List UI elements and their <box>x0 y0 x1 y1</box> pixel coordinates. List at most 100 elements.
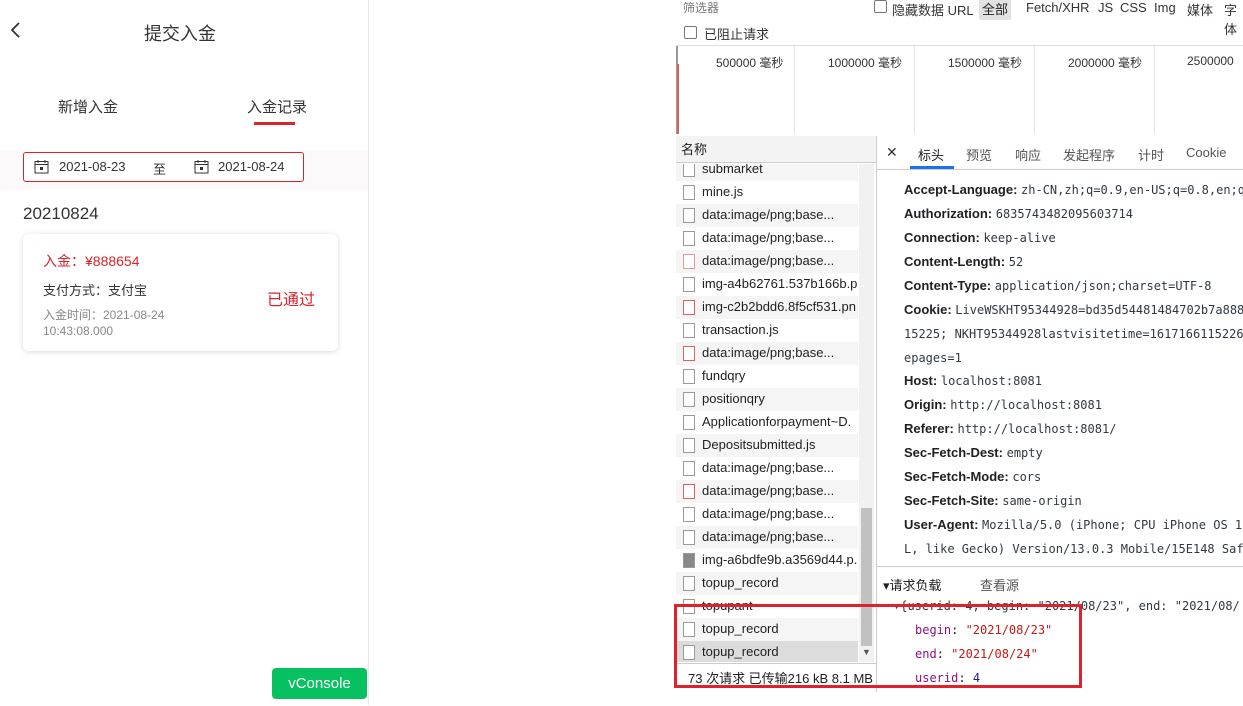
request-row[interactable]: Depositsubmitted.js <box>676 434 858 457</box>
request-row[interactable]: data:image/png;base... <box>676 204 858 227</box>
image-file-icon <box>683 530 695 545</box>
tab-response[interactable]: 响应 <box>1015 145 1041 164</box>
file-icon <box>683 645 695 660</box>
payload-summary[interactable]: ▾{userid: 4, begin: "2021/08/23", end: "… <box>893 599 1240 613</box>
mobile-app-panel: 提交入金 新增入金 入金记录 2021-08-23 至 2021-08-24 2… <box>0 0 369 705</box>
hide-data-url-label: 隐藏数据 URL <box>892 3 974 18</box>
tab-timing[interactable]: 计时 <box>1138 145 1164 164</box>
request-row[interactable]: data:image/png;base... <box>676 227 858 250</box>
request-row[interactable]: positionqry <box>676 388 858 411</box>
scrollbar-thumb[interactable] <box>861 508 872 646</box>
tab-deposit-records[interactable]: 入金记录 <box>247 96 307 117</box>
request-row[interactable]: transaction.js <box>676 319 858 342</box>
timeline-grid-line <box>1034 46 1035 134</box>
timeline-tick: 1000000 毫秒 <box>828 56 903 70</box>
timeline-tick: 2500000 <box>1187 54 1234 68</box>
request-row[interactable]: topupant <box>676 595 858 618</box>
date-separator: 至 <box>153 162 167 177</box>
scroll-down-icon[interactable]: ▼ <box>862 647 871 657</box>
request-row[interactable]: img-a6bdfe9b.a3569d44.p. <box>676 549 858 572</box>
request-list[interactable]: submarket mine.js data:image/png;base...… <box>676 164 858 662</box>
request-row[interactable]: Applicationforpayment~D. <box>676 411 858 434</box>
close-icon[interactable]: ✕ <box>886 144 898 161</box>
request-row[interactable]: fundqry <box>676 365 858 388</box>
deposit-record-card[interactable]: 入金：¥888654 支付方式：支付宝 入金时间：2021-08-24 10:4… <box>23 234 338 351</box>
request-row[interactable]: img-c2b2bdd6.8f5cf531.pn <box>676 296 858 319</box>
view-source-link[interactable]: 查看源 <box>980 575 1019 594</box>
type-filter-media[interactable]: 媒体 <box>1187 0 1213 19</box>
image-file-icon <box>683 553 695 568</box>
blocked-requests-label: 已阻止请求 <box>704 27 770 42</box>
deposit-amount: 入金：¥888654 <box>43 253 140 269</box>
active-detail-tab-indicator <box>910 166 954 169</box>
type-filter-img[interactable]: Img <box>1154 0 1176 15</box>
image-file-icon <box>683 461 695 476</box>
header-row: Referer: http://localhost:8081/ <box>904 421 1117 436</box>
end-date[interactable]: 2021-08-24 <box>218 159 285 174</box>
request-row[interactable]: data:image/png;base... <box>676 342 858 365</box>
hide-data-url-checkbox[interactable] <box>874 0 887 13</box>
request-row[interactable]: submarket <box>676 164 858 181</box>
date-range-picker[interactable]: 2021-08-23 至 2021-08-24 <box>23 152 304 182</box>
blocked-requests-checkbox[interactable] <box>684 26 697 39</box>
timeline-grid-line <box>914 46 915 134</box>
request-row[interactable]: data:image/png;base... <box>676 526 858 549</box>
request-name-column: 名称 submarket mine.js data:image/png;base… <box>676 136 877 692</box>
type-filter-fetch-xhr[interactable]: Fetch/XHR <box>1026 0 1090 15</box>
vconsole-button[interactable]: vConsole <box>272 668 367 699</box>
start-date[interactable]: 2021-08-23 <box>59 159 126 174</box>
header-row: Sec-Fetch-Site: same-origin <box>904 493 1082 508</box>
header-row: Cookie: LiveWSKHT95344928=bd35d544814847… <box>904 302 1243 317</box>
type-filter-all[interactable]: 全部 <box>979 0 1012 20</box>
timeline-tick: 2000000 毫秒 <box>1068 56 1143 70</box>
tab-initiator[interactable]: 发起程序 <box>1063 145 1115 164</box>
type-filter-js[interactable]: JS <box>1098 0 1113 15</box>
file-icon <box>683 599 695 614</box>
timeline-overview[interactable]: 500000 毫秒 1000000 毫秒 1500000 毫秒 2000000 … <box>676 45 1243 137</box>
name-column-header[interactable]: 名称 <box>676 136 876 163</box>
header-row: Sec-Fetch-Dest: empty <box>904 445 1043 460</box>
file-icon <box>683 392 695 407</box>
tab-cookie[interactable]: Cookie <box>1186 145 1226 160</box>
tab-headers[interactable]: 标头 <box>918 145 944 164</box>
tab-new-deposit[interactable]: 新增入金 <box>58 96 118 117</box>
header-row: User-Agent: Mozilla/5.0 (iPhone; CPU iPh… <box>904 517 1243 532</box>
request-row[interactable]: topup_record <box>676 618 858 641</box>
image-file-icon <box>683 484 695 499</box>
request-row[interactable]: data:image/png;base... <box>676 480 858 503</box>
filter-placeholder: 筛选器 <box>683 1 720 15</box>
file-icon <box>683 164 695 177</box>
file-icon <box>683 369 695 384</box>
request-row-selected[interactable]: topup_record <box>676 641 858 662</box>
image-file-icon <box>683 277 695 292</box>
payment-method: 支付方式：支付宝 <box>43 283 148 298</box>
network-status-bar: 73 次请求 已传输216 kB 8.1 MB <box>676 663 876 692</box>
timeline-tick: 1500000 毫秒 <box>948 56 1023 70</box>
request-detail-panel: ✕ 标头 预览 响应 发起程序 计时 Cookie Accept-Languag… <box>877 136 1243 705</box>
type-filter-font[interactable]: 字体 <box>1224 0 1243 38</box>
request-row[interactable]: mine.js <box>676 181 858 204</box>
active-tab-indicator <box>254 122 295 125</box>
file-icon <box>683 185 695 200</box>
filter-input[interactable]: 筛选器 <box>676 0 860 15</box>
file-icon <box>683 231 695 246</box>
tab-preview[interactable]: 预览 <box>966 145 992 164</box>
request-row[interactable]: img-a4b62761.537b166b.p <box>676 273 858 296</box>
request-row[interactable]: data:image/png;base... <box>676 503 858 526</box>
request-row[interactable]: data:image/png;base... <box>676 457 858 480</box>
payload-field: begin: "2021/08/23" <box>915 623 1053 637</box>
devtools-network-panel: 筛选器 隐藏数据 URL 全部 Fetch/XHR JS CSS Img 媒体 … <box>676 0 1243 705</box>
request-row[interactable]: data:image/png;base... <box>676 250 858 273</box>
deposit-time: 入金时间：2021-08-24 10:43:08.000 <box>43 308 165 338</box>
header-continuation: 15225; NKHT95344928lastvisitetime=161716… <box>904 327 1243 341</box>
payload-title[interactable]: ▾请求负载 <box>883 575 942 594</box>
request-payload-section: ▾请求负载 查看源 ▾{userid: 4, begin: "2021/08/2… <box>877 566 1243 706</box>
timeline-grid-line <box>794 46 795 134</box>
type-filter-css[interactable]: CSS <box>1120 0 1147 15</box>
payload-field: end: "2021/08/24" <box>915 647 1038 661</box>
request-row[interactable]: topup_record <box>676 572 858 595</box>
header-continuation: epages=1 <box>904 351 962 365</box>
file-icon <box>683 438 695 453</box>
image-file-icon <box>683 300 695 315</box>
status-badge: 已通过 <box>267 292 316 309</box>
